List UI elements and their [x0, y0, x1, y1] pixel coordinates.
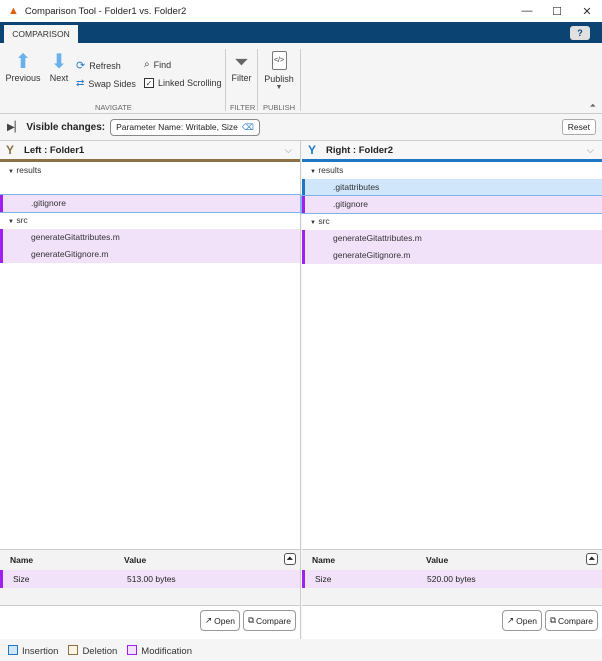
open-external-icon: ↗	[205, 615, 213, 625]
tree-node-src[interactable]: ▼ src	[302, 213, 602, 230]
find-button[interactable]: ⌕ Find	[144, 59, 171, 70]
tree-node-file[interactable]: generateGitattributes.m	[302, 230, 602, 247]
title-bar: ▲ Comparison Tool - Folder1 vs. Folder2 …	[0, 0, 602, 22]
close-button[interactable]: ✕	[572, 5, 602, 18]
window-title: Comparison Tool - Folder1 vs. Folder2	[24, 5, 187, 17]
compare-icon: ⧉	[247, 615, 255, 625]
arrow-down-icon: ⬇	[50, 51, 68, 73]
search-icon: ⌕	[144, 59, 150, 70]
branch-icon: Y	[6, 143, 15, 157]
publish-button[interactable]: </> Publish ▼	[261, 51, 297, 91]
chevron-down-icon[interactable]: ⌵	[587, 145, 594, 156]
tree-node-file[interactable]: generateGitignore.m	[0, 246, 300, 263]
visible-changes-label: Visible changes:	[26, 121, 106, 133]
checkbox-checked-icon: ✓	[144, 78, 154, 88]
branch-icon: Y	[308, 143, 317, 157]
tree-node-results[interactable]: ▼ results	[302, 162, 602, 179]
dropdown-arrow-icon: ▼	[275, 84, 283, 91]
compare-button[interactable]: ⧉ Compare	[242, 610, 296, 631]
tree-node-gitattributes[interactable]: .gitattributes	[302, 179, 602, 196]
matlab-logo-icon: ▲	[8, 5, 19, 17]
maximize-button[interactable]: ☐	[542, 5, 572, 18]
tab-strip: COMPARISON ?	[0, 22, 602, 43]
tree-node-results[interactable]: ▼ results	[0, 162, 300, 179]
open-external-icon: ↗	[507, 615, 515, 625]
right-pane-header: Y Right : Folder2 ⌵	[302, 141, 602, 162]
right-pane: Y Right : Folder2 ⌵ ▼ results .gitattribu…	[301, 141, 602, 639]
publish-icon: </>	[271, 51, 287, 70]
collapse-icon[interactable]: ⏶	[585, 553, 598, 565]
ribbon: ⬆ Previous ⬇ Next ⟳ Refresh ⇄ Swap Sides ⌕…	[0, 43, 602, 114]
clear-filter-icon[interactable]: ⌫	[242, 122, 254, 133]
next-button[interactable]: ⬇ Next	[46, 51, 72, 83]
legend-insertion: Insertion	[8, 644, 58, 657]
visible-changes-bar: ▶▏ Visible changes: Parameter Name: Writ…	[0, 114, 602, 141]
tree-node-gitignore[interactable]: .gitignore	[301, 195, 602, 214]
table-row: Size 513.00 bytes	[0, 570, 300, 588]
chevron-down-icon[interactable]: ⌵	[285, 145, 292, 156]
open-button[interactable]: ↗ Open	[502, 610, 542, 631]
tree-node-file[interactable]: generateGitattributes.m	[0, 229, 300, 246]
left-properties-table: Name Value ⏶ Size 513.00 bytes	[0, 549, 300, 606]
compare-button[interactable]: ⧉ Compare	[544, 610, 598, 631]
filter-icon: ⏷	[234, 52, 249, 72]
group-label-filter: FILTER	[230, 103, 256, 112]
refresh-button[interactable]: ⟳ Refresh	[76, 59, 121, 72]
help-button[interactable]: ?	[570, 26, 590, 40]
tab-comparison[interactable]: COMPARISON	[4, 25, 78, 43]
open-button[interactable]: ↗ Open	[200, 610, 240, 631]
tree-node-gitignore[interactable]: .gitignore	[0, 194, 301, 213]
group-label-navigate: NAVIGATE	[95, 103, 132, 112]
group-label-publish: PUBLISH	[263, 103, 296, 112]
collapse-ribbon-icon[interactable]: ⏶	[590, 101, 596, 111]
previous-button[interactable]: ⬆ Previous	[4, 51, 42, 83]
left-pane: Y Left : Folder1 ⌵ ▼ results .gitignore ▼…	[0, 141, 301, 639]
tree-node-file[interactable]: generateGitignore.m	[302, 247, 602, 264]
legend-deletion: Deletion	[68, 644, 117, 657]
legend: Insertion Deletion Modification	[0, 640, 602, 661]
linked-scrolling-checkbox[interactable]: ✓ Linked Scrolling	[144, 78, 222, 88]
minimize-button[interactable]: —	[512, 5, 542, 17]
table-row: Size 520.00 bytes	[302, 570, 602, 588]
tree-node-src[interactable]: ▼ src	[0, 212, 300, 229]
swap-sides-button[interactable]: ⇄ Swap Sides	[76, 78, 136, 89]
expand-icon[interactable]: ▶▏	[7, 122, 22, 133]
swap-icon: ⇄	[76, 78, 85, 89]
refresh-icon: ⟳	[76, 60, 86, 72]
compare-icon: ⧉	[549, 615, 557, 625]
filter-chip[interactable]: Parameter Name: Writable, Size ⌫	[110, 118, 260, 136]
collapse-icon[interactable]: ⏶	[283, 553, 296, 565]
filter-button[interactable]: ⏷ Filter	[229, 51, 254, 83]
arrow-up-icon: ⬆	[14, 51, 32, 73]
legend-modification: Modification	[127, 644, 192, 657]
right-properties-table: Name Value ⏶ Size 520.00 bytes	[302, 549, 602, 606]
reset-button[interactable]: Reset	[561, 119, 596, 135]
left-pane-header: Y Left : Folder1 ⌵	[0, 141, 300, 162]
